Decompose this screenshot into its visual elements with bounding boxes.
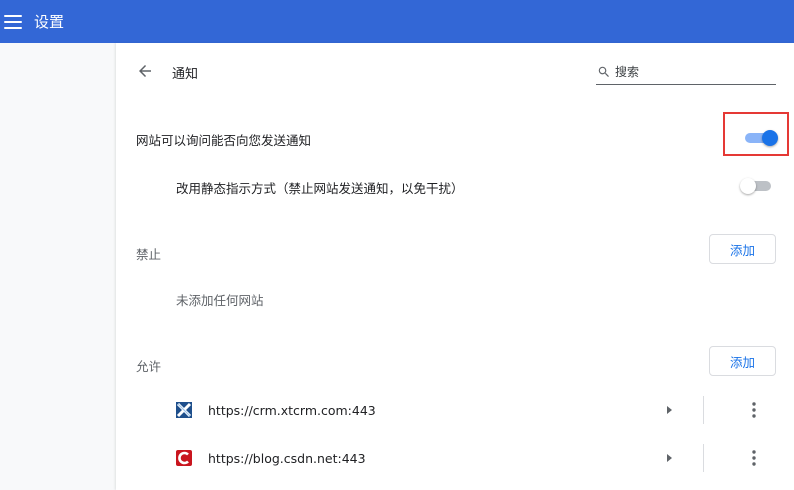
page-title: 通知 (172, 67, 199, 82)
site-row[interactable]: https://blog.csdn.net:443 (116, 434, 794, 482)
notifications-settings-card: 通知 网站可以询问能否向您发送通知 改用静态指示方式（禁止网站发送通知，以免干扰… (116, 43, 794, 490)
more-vert-icon[interactable] (744, 401, 764, 419)
toggle-knob (740, 178, 756, 194)
csdn-logo-icon (176, 450, 192, 466)
highlight-annotation-box (723, 112, 789, 156)
search-input[interactable] (615, 65, 765, 79)
quiet-mode-toggle[interactable] (740, 176, 776, 196)
sidebar (0, 43, 116, 490)
divider (703, 396, 704, 424)
block-empty-text: 未添加任何网站 (176, 293, 264, 308)
top-bar: 设置 (0, 0, 794, 43)
search-box[interactable] (596, 60, 776, 85)
chevron-right-icon[interactable] (664, 452, 674, 464)
app-title: 设置 (34, 13, 65, 31)
divider (703, 444, 704, 472)
ask-permission-label: 网站可以询问能否向您发送通知 (136, 133, 312, 148)
quiet-mode-label: 改用静态指示方式（禁止网站发送通知，以免干扰） (176, 181, 464, 196)
subpage-header: 通知 (116, 43, 794, 101)
xtcrm-logo-icon (176, 402, 192, 418)
search-icon (598, 66, 609, 77)
site-url: https://blog.csdn.net:443 (208, 451, 366, 466)
site-url: https://crm.xtcrm.com:443 (208, 403, 376, 418)
site-row[interactable]: https://crm.xtcrm.com:443 (116, 386, 794, 434)
allow-section-title: 允许 (136, 359, 162, 374)
more-vert-icon[interactable] (744, 449, 764, 467)
hamburger-menu-icon[interactable] (4, 14, 22, 29)
block-add-button[interactable]: 添加 (709, 234, 776, 264)
block-section-title: 禁止 (136, 247, 162, 262)
allow-add-button[interactable]: 添加 (709, 346, 776, 376)
arrow-back-icon[interactable] (136, 62, 154, 80)
chevron-right-icon[interactable] (664, 404, 674, 416)
